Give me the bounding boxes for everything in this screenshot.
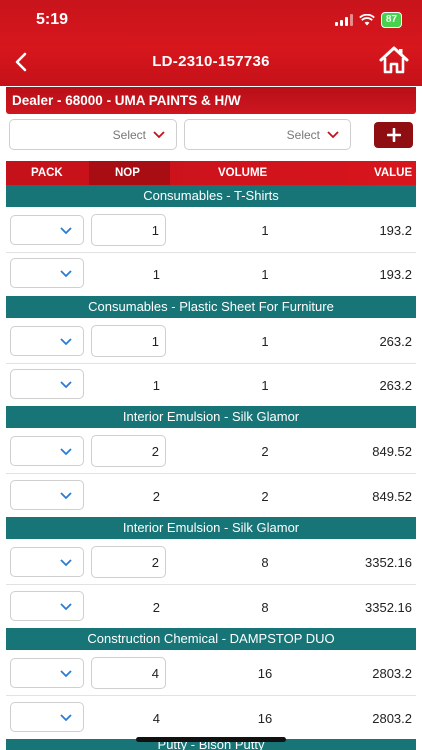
value-amount: 193.2 <box>379 267 412 282</box>
nop-input[interactable]: 2 <box>91 435 166 467</box>
row-divider <box>6 584 416 585</box>
pack-dropdown[interactable] <box>10 480 84 510</box>
row-divider <box>6 363 416 364</box>
chevron-down-icon <box>60 381 72 389</box>
home-indicator <box>136 737 286 742</box>
status-indicators: 87 <box>334 12 402 28</box>
section-header: Interior Emulsion - Silk Glamor <box>6 406 416 428</box>
value-amount: 3352.16 <box>365 600 412 615</box>
chevron-down-icon <box>60 714 72 722</box>
pack-dropdown[interactable] <box>10 436 84 466</box>
filter-select-1[interactable]: Select <box>9 119 177 150</box>
row-divider <box>6 252 416 253</box>
nop-value: 2 <box>152 489 160 504</box>
section-header: Consumables - Plastic Sheet For Furnitur… <box>6 296 416 318</box>
table-header: PACK NOP VOLUME VALUE <box>6 161 416 185</box>
chevron-down-icon <box>60 227 72 235</box>
filter-select-1-text: Select <box>112 128 146 142</box>
chevron-down-icon <box>60 559 72 567</box>
pack-dropdown[interactable] <box>10 326 84 356</box>
column-nop: NOP <box>115 167 140 179</box>
filter-select-2-text: Select <box>286 128 320 142</box>
signal-icon <box>334 14 353 26</box>
volume-value: 1 <box>261 267 269 282</box>
column-pack: PACK <box>31 167 63 179</box>
section-header: Construction Chemical - DAMPSTOP DUO <box>6 628 416 650</box>
plus-icon <box>386 128 401 142</box>
column-volume: VOLUME <box>218 167 268 179</box>
pack-dropdown[interactable] <box>10 591 84 621</box>
page-title: LD-2310-157736 <box>152 53 270 70</box>
pack-dropdown[interactable] <box>10 369 84 399</box>
nop-value: 2 <box>152 600 160 615</box>
status-time: 5:19 <box>36 11 69 28</box>
chevron-down-icon <box>60 448 72 456</box>
column-value: VALUE <box>374 167 413 179</box>
value-amount: 193.2 <box>379 223 412 238</box>
chevron-down-icon <box>60 670 72 678</box>
chevron-down-icon <box>327 131 339 139</box>
row-divider <box>6 695 416 696</box>
value-amount: 2803.2 <box>372 711 412 726</box>
nop-value: 1 <box>152 267 160 282</box>
volume-value: 2 <box>261 444 269 459</box>
filter-select-2[interactable]: Select <box>184 119 351 150</box>
chevron-down-icon <box>60 603 72 611</box>
section-header: Interior Emulsion - Silk Glamor <box>6 517 416 539</box>
nop-input[interactable]: 1 <box>91 214 166 246</box>
dealer-label: Dealer - 68000 - UMA PAINTS & H/W <box>6 87 416 114</box>
volume-value: 1 <box>261 334 269 349</box>
volume-value: 16 <box>257 711 273 726</box>
home-button[interactable] <box>379 46 409 74</box>
volume-value: 8 <box>261 600 269 615</box>
chevron-down-icon <box>60 338 72 346</box>
value-amount: 3352.16 <box>365 555 412 570</box>
volume-value: 8 <box>261 555 269 570</box>
value-amount: 263.2 <box>379 378 412 393</box>
pack-dropdown[interactable] <box>10 258 84 288</box>
nop-input[interactable]: 1 <box>91 325 166 357</box>
volume-value: 2 <box>261 489 269 504</box>
chevron-down-icon <box>60 270 72 278</box>
row-divider <box>6 473 416 474</box>
nop-value: 4 <box>152 711 160 726</box>
pack-dropdown[interactable] <box>10 702 84 732</box>
pack-dropdown[interactable] <box>10 215 84 245</box>
value-amount: 2803.2 <box>372 666 412 681</box>
volume-value: 1 <box>261 378 269 393</box>
nop-input[interactable]: 4 <box>91 657 166 689</box>
value-amount: 263.2 <box>379 334 412 349</box>
app-header: 5:19 87 LD-2310-157736 <box>0 0 422 86</box>
add-button[interactable] <box>374 122 413 148</box>
chevron-down-icon <box>153 131 165 139</box>
volume-value: 16 <box>257 666 273 681</box>
value-amount: 849.52 <box>372 489 412 504</box>
nop-value: 1 <box>152 378 160 393</box>
pack-dropdown[interactable] <box>10 547 84 577</box>
nop-input[interactable]: 2 <box>91 546 166 578</box>
battery-icon: 87 <box>380 12 402 28</box>
wifi-icon <box>359 14 375 26</box>
section-header: Consumables - T-Shirts <box>6 185 416 207</box>
value-amount: 849.52 <box>372 444 412 459</box>
volume-value: 1 <box>261 223 269 238</box>
home-icon <box>379 46 409 74</box>
pack-dropdown[interactable] <box>10 658 84 688</box>
chevron-down-icon <box>60 492 72 500</box>
